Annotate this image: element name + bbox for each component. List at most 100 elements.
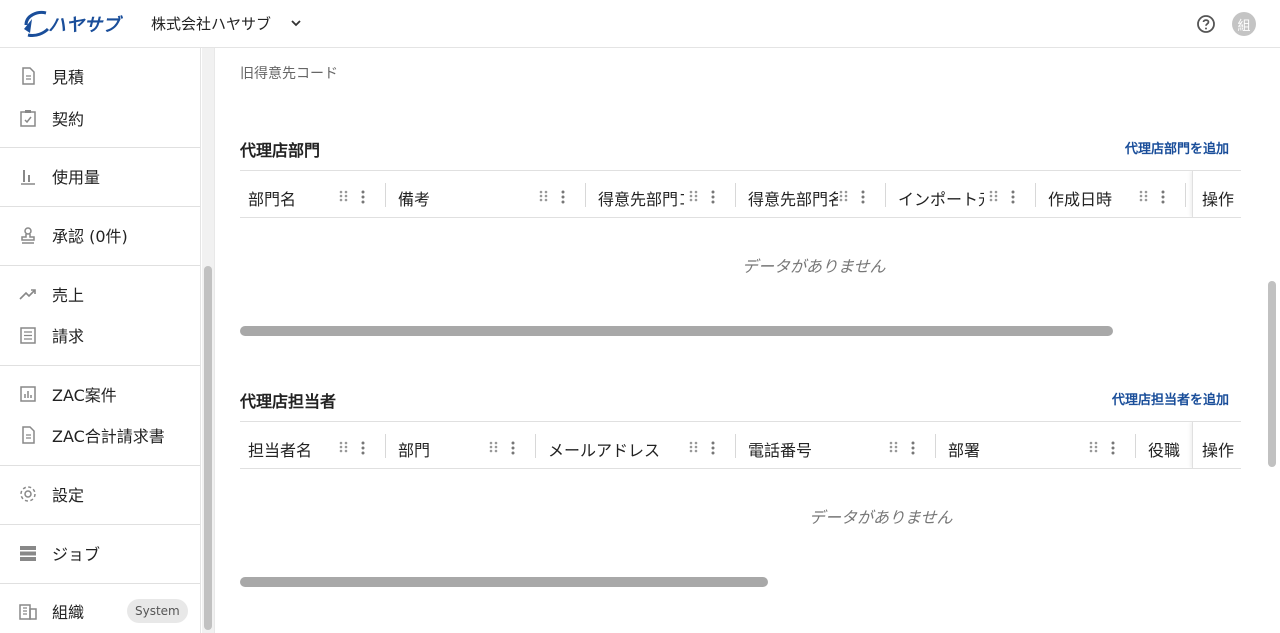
sidebar-divider [0, 147, 200, 148]
hayasab-logo[interactable]: ハヤサブ [22, 9, 136, 39]
column-header[interactable]: 部門名 [240, 171, 386, 217]
sidebar-item-zac-project[interactable]: ZAC案件 [0, 374, 200, 414]
sidebar-item-settings[interactable]: 設定 [0, 474, 200, 514]
column-header-label: 操作 [1202, 441, 1235, 460]
main-content [214, 48, 1266, 633]
drag-handle-icon[interactable] [338, 441, 350, 453]
sidebar-item-label: 使用量 [52, 168, 101, 187]
sidebar-scrollbar-thumb[interactable] [204, 266, 212, 630]
list-document-icon [20, 327, 36, 344]
sidebar-item-usage[interactable]: 使用量 [0, 156, 200, 196]
sidebar-item-sales[interactable]: 売上 [0, 274, 200, 314]
sidebar: 見積 契約 使用量 承認 (0件) 売上 請求 ZAC案件 ZAC合計請求書 設… [0, 48, 201, 633]
column-menu-icon[interactable] [510, 441, 516, 455]
server-icon [20, 546, 36, 561]
column-header-label: 部門 [398, 441, 431, 460]
sidebar-item-label: ジョブ [52, 545, 101, 564]
column-separator[interactable] [735, 183, 736, 207]
stamp-icon [21, 227, 35, 244]
sidebar-divider [0, 465, 200, 466]
gear-icon [20, 486, 36, 502]
column-header-label: 得意先部門コード [598, 190, 684, 209]
sidebar-item-jobs[interactable]: ジョブ [0, 533, 200, 573]
sidebar-item-approval[interactable]: 承認 (0件) [0, 215, 200, 255]
sidebar-divider [0, 524, 200, 525]
agency-dept-table-header: 部門名 備考 得意先部門コード 得意先部門名 インポート元 作成日時 操作 [240, 170, 1241, 218]
column-menu-icon[interactable] [910, 441, 916, 455]
column-menu-icon[interactable] [710, 190, 716, 204]
sidebar-divider [0, 583, 200, 584]
drag-handle-icon[interactable] [1088, 441, 1100, 453]
column-header-label: 役職 [1148, 441, 1181, 460]
sidebar-item-organization[interactable]: 組織 System [0, 591, 200, 631]
column-header[interactable]: 電話番号 [740, 422, 936, 468]
column-header[interactable]: 作成日時 [1040, 171, 1186, 217]
column-header-label: 操作 [1202, 190, 1235, 209]
column-header[interactable]: 得意先部門コード [590, 171, 736, 217]
sidebar-item-label: 契約 [52, 110, 85, 129]
sidebar-item-label: 設定 [52, 486, 85, 505]
column-separator[interactable] [585, 183, 586, 207]
column-separator[interactable] [385, 434, 386, 458]
drag-handle-icon[interactable] [838, 190, 850, 202]
column-header[interactable]: 役職 [1140, 422, 1200, 468]
column-separator[interactable] [1035, 183, 1036, 207]
svg-text:ハヤサブ: ハヤサブ [48, 15, 124, 36]
column-separator[interactable] [1185, 183, 1186, 207]
drag-handle-icon[interactable] [688, 190, 700, 202]
column-header[interactable]: 部門 [390, 422, 536, 468]
column-separator[interactable] [735, 434, 736, 458]
chevron-down-icon[interactable] [289, 16, 303, 30]
column-header-actions: 操作 [1192, 171, 1241, 217]
company-name[interactable]: 株式会社ハヤサブ [151, 13, 271, 34]
user-avatar[interactable]: 組 [1232, 12, 1256, 36]
sidebar-divider [0, 365, 200, 366]
drag-handle-icon[interactable] [488, 441, 500, 453]
column-header[interactable]: 担当者名 [240, 422, 386, 468]
column-header-label: 部署 [948, 441, 981, 460]
horizontal-scrollbar[interactable] [240, 326, 1113, 336]
building-icon [19, 604, 37, 620]
column-header[interactable]: 備考 [390, 171, 586, 217]
column-menu-icon[interactable] [360, 190, 366, 204]
help-icon[interactable] [1196, 14, 1216, 34]
column-header[interactable]: メールアドレス [540, 422, 736, 468]
horizontal-scrollbar[interactable] [240, 577, 768, 587]
document-icon [22, 426, 35, 444]
sidebar-item-label: 組織 [52, 603, 85, 622]
column-header-label: 得意先部門名 [748, 190, 838, 209]
column-menu-icon[interactable] [1160, 190, 1166, 204]
column-separator[interactable] [1135, 434, 1136, 458]
drag-handle-icon[interactable] [888, 441, 900, 453]
drag-handle-icon[interactable] [1138, 190, 1150, 202]
column-menu-icon[interactable] [560, 190, 566, 204]
add-agency-staff-button[interactable]: 代理店担当者を追加 [1112, 389, 1229, 408]
column-menu-icon[interactable] [860, 190, 866, 204]
column-header[interactable]: 部署 [940, 422, 1136, 468]
drag-handle-icon[interactable] [538, 190, 550, 202]
sidebar-item-estimate[interactable]: 見積 [0, 56, 200, 96]
column-header[interactable]: インポート元 [890, 171, 1036, 217]
column-menu-icon[interactable] [1110, 441, 1116, 455]
column-separator[interactable] [535, 434, 536, 458]
sidebar-item-billing[interactable]: 請求 [0, 315, 200, 355]
column-separator[interactable] [935, 434, 936, 458]
sidebar-item-label: 売上 [52, 286, 85, 305]
sidebar-item-zac-invoice[interactable]: ZAC合計請求書 [0, 415, 200, 455]
column-menu-icon[interactable] [360, 441, 366, 455]
drag-handle-icon[interactable] [988, 190, 1000, 202]
column-menu-icon[interactable] [1010, 190, 1016, 204]
add-agency-dept-button[interactable]: 代理店部門を追加 [1125, 138, 1229, 157]
sidebar-item-label: 見積 [52, 68, 85, 87]
column-separator[interactable] [385, 183, 386, 207]
column-header[interactable]: 得意先部門名 [740, 171, 886, 217]
column-menu-icon[interactable] [710, 441, 716, 455]
main-scrollbar-thumb[interactable] [1268, 281, 1276, 467]
drag-handle-icon[interactable] [688, 441, 700, 453]
sidebar-item-contract[interactable]: 契約 [0, 98, 200, 138]
drag-handle-icon[interactable] [338, 190, 350, 202]
system-badge: System [127, 599, 188, 623]
column-separator[interactable] [885, 183, 886, 207]
sidebar-item-label: ZAC合計請求書 [52, 427, 165, 446]
app-header: ハヤサブ 株式会社ハヤサブ 組 [0, 0, 1280, 48]
